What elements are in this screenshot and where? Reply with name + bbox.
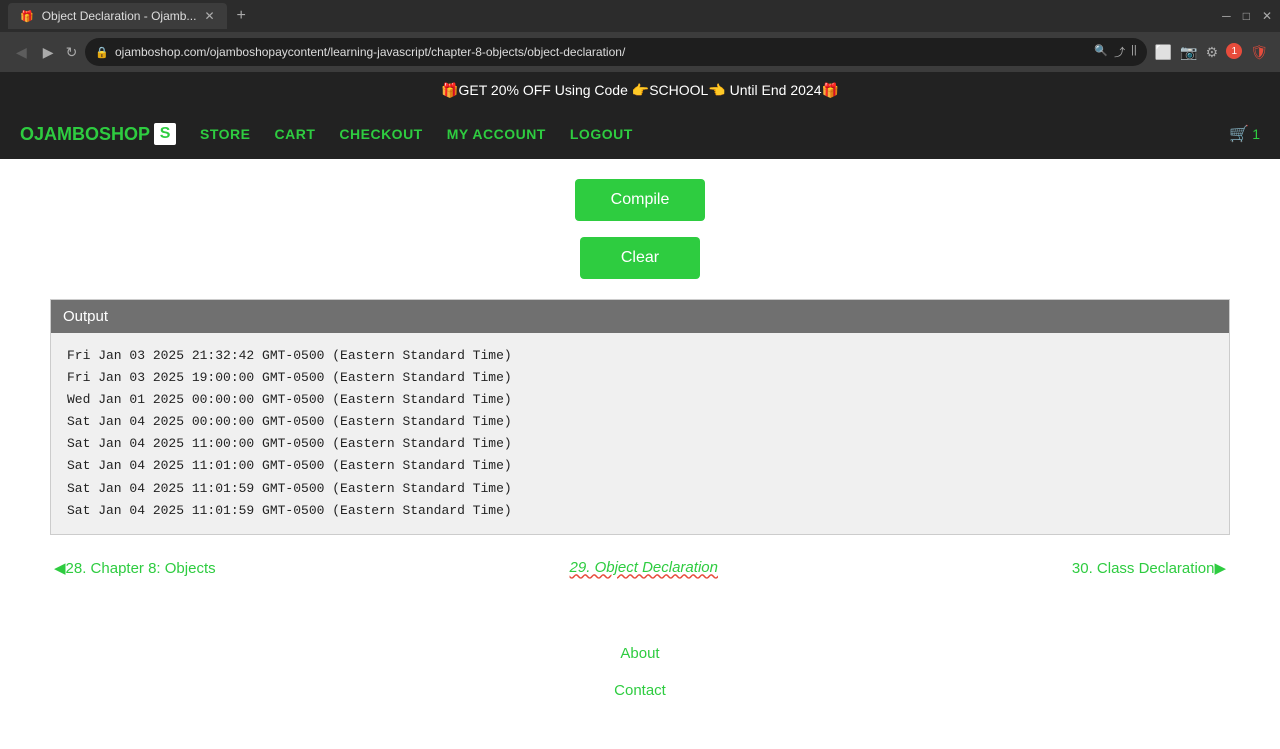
close-icon[interactable]: ✕: [1262, 9, 1272, 23]
restore-icon[interactable]: □: [1243, 9, 1250, 23]
output-line: Sat Jan 04 2025 11:01:59 GMT-0500 (Easte…: [67, 478, 1213, 500]
output-line: Sat Jan 04 2025 11:01:00 GMT-0500 (Easte…: [67, 455, 1213, 477]
nav-logo-text: OJAMBOSHOP: [20, 124, 150, 145]
nav-bar: OJAMBOSHOP S STORE CART CHECKOUT MY ACCO…: [0, 109, 1280, 159]
promo-banner: 🎁GET 20% OFF Using Code 👉SCHOOL👈 Until E…: [0, 72, 1280, 109]
nav-logo-s: S: [154, 123, 176, 145]
screenshot-icon[interactable]: 📷: [1180, 44, 1197, 61]
nav-checkout-link[interactable]: CHECKOUT: [339, 126, 422, 142]
prev-page-link[interactable]: ◀28. Chapter 8: Objects: [54, 559, 216, 577]
cart-icon: 🛒: [1229, 124, 1249, 144]
output-line: Sat Jan 04 2025 00:00:00 GMT-0500 (Easte…: [67, 411, 1213, 433]
address-action-icons: 🔍 ⤴ ||: [1094, 44, 1136, 60]
tab-close-button[interactable]: ✕: [204, 9, 214, 23]
page-content: 🎁GET 20% OFF Using Code 👉SCHOOL👈 Until E…: [0, 72, 1280, 749]
active-tab[interactable]: 🎁 Object Declaration - Ojamb... ✕: [8, 3, 227, 29]
output-line: Sat Jan 04 2025 11:00:00 GMT-0500 (Easte…: [67, 433, 1213, 455]
minimize-icon[interactable]: ─: [1222, 9, 1231, 23]
extensions-icon[interactable]: ⬜: [1155, 44, 1172, 61]
nav-logo[interactable]: OJAMBOSHOP S: [20, 123, 176, 145]
output-line: Wed Jan 01 2025 00:00:00 GMT-0500 (Easte…: [67, 389, 1213, 411]
compile-button[interactable]: Compile: [575, 179, 706, 221]
tab-title: Object Declaration - Ojamb...: [42, 9, 197, 23]
reload-button[interactable]: ↻: [66, 44, 78, 61]
promo-text: 🎁GET 20% OFF Using Code 👉SCHOOL👈 Until E…: [441, 82, 839, 98]
page-navigation: ◀28. Chapter 8: Objects 29. Object Decla…: [50, 559, 1230, 577]
new-tab-button[interactable]: +: [231, 7, 252, 25]
tab-bar: 🎁 Object Declaration - Ojamb... ✕ + ─ □ …: [0, 0, 1280, 32]
output-line: Sat Jan 04 2025 11:01:59 GMT-0500 (Easte…: [67, 500, 1213, 522]
main-area: Compile Clear Output Fri Jan 03 2025 21:…: [0, 159, 1280, 597]
rss-icon: ||: [1131, 44, 1137, 60]
address-text: ojamboshop.com/ojamboshopaycontent/learn…: [115, 45, 1088, 59]
nav-store-link[interactable]: STORE: [200, 126, 250, 142]
next-page-link[interactable]: 30. Class Declaration▶: [1072, 559, 1226, 577]
back-button[interactable]: ◀: [12, 40, 31, 65]
address-bar: ◀ ▶ ↻ 🔒 ojamboshop.com/ojamboshopayconte…: [0, 32, 1280, 72]
output-content: Fri Jan 03 2025 21:32:42 GMT-0500 (Easte…: [51, 333, 1229, 534]
share-icon[interactable]: ⤴: [1114, 44, 1125, 60]
shield-icon[interactable]: 🛡: [1250, 44, 1268, 61]
secure-icon: 🔒: [95, 46, 109, 59]
nav-myaccount-link[interactable]: MY ACCOUNT: [447, 126, 546, 142]
nav-logout-link[interactable]: LOGOUT: [570, 126, 633, 142]
browser-action-icons: ⬜ 📷 ⚙ 1 🛡: [1155, 44, 1268, 61]
contact-link[interactable]: Contact: [0, 682, 1280, 699]
tab-favicon: 🎁: [20, 10, 34, 23]
nav-cart-widget[interactable]: 🛒 1: [1229, 124, 1260, 144]
settings-icon[interactable]: ⚙: [1206, 44, 1219, 61]
search-icon[interactable]: 🔍: [1094, 44, 1108, 60]
footer: About Contact: [0, 645, 1280, 749]
output-panel: Output Fri Jan 03 2025 21:32:42 GMT-0500…: [50, 299, 1230, 535]
address-input-wrap[interactable]: 🔒 ojamboshop.com/ojamboshopaycontent/lea…: [85, 38, 1146, 66]
clear-button[interactable]: Clear: [580, 237, 700, 279]
output-line: Fri Jan 03 2025 19:00:00 GMT-0500 (Easte…: [67, 367, 1213, 389]
window-controls: ─ □ ✕: [1222, 9, 1272, 23]
output-line: Fri Jan 03 2025 21:32:42 GMT-0500 (Easte…: [67, 345, 1213, 367]
cart-count: 1: [1252, 126, 1260, 142]
current-page-label: 29. Object Declaration: [570, 559, 718, 576]
forward-button[interactable]: ▶: [39, 40, 58, 65]
output-header: Output: [51, 300, 1229, 333]
nav-cart-link[interactable]: CART: [275, 126, 316, 142]
notification-badge: 1: [1226, 43, 1242, 59]
about-link[interactable]: About: [0, 645, 1280, 662]
browser-chrome: 🎁 Object Declaration - Ojamb... ✕ + ─ □ …: [0, 0, 1280, 72]
